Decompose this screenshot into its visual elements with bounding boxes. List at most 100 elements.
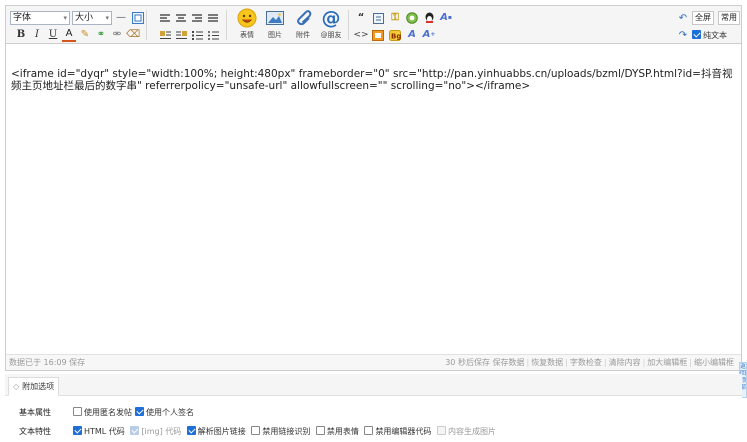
text-color-icon[interactable]: A: [62, 28, 76, 42]
ordered-list-icon[interactable]: [190, 28, 204, 42]
tab-extra-options[interactable]: ◇ 附加选项: [8, 377, 60, 396]
clear-content-link[interactable]: 清除内容: [608, 358, 642, 367]
align-left-icon[interactable]: [158, 11, 172, 25]
extra-options-tabs: ◇ 附加选项: [5, 374, 742, 396]
italic-icon[interactable]: I: [30, 28, 44, 42]
html-code-option[interactable]: HTML 代码: [73, 425, 125, 439]
img-code-label: [img] 代码: [141, 427, 182, 436]
flash-icon[interactable]: [371, 28, 385, 42]
unordered-list-icon[interactable]: [206, 28, 220, 42]
undo-icon[interactable]: ↶: [676, 12, 690, 26]
content-to-image-label: 内容生成图片: [447, 427, 496, 436]
common-label: 常用: [721, 13, 737, 22]
img-code-checkbox: [130, 426, 140, 435]
content-to-image-option: 内容生成图片: [436, 425, 496, 439]
svg-text:Bg: Bg: [391, 32, 401, 40]
disable-link-checkbox[interactable]: [251, 426, 261, 435]
image-button-label: 图片: [268, 31, 282, 39]
signature-option[interactable]: 使用个人签名: [135, 406, 194, 420]
editor-content[interactable]: <iframe id="dyqr" style="width:100%; hei…: [6, 46, 741, 354]
parse-image-link-checkbox[interactable]: [186, 426, 196, 435]
separator: [146, 10, 147, 40]
restore-data-link[interactable]: 恢复数据: [530, 358, 564, 367]
common-button[interactable]: 常用: [718, 11, 740, 25]
disable-emoji-checkbox[interactable]: [315, 426, 325, 435]
anonymous-option[interactable]: 使用匿名发帖: [73, 406, 132, 420]
chevron-down-icon: ▾: [105, 14, 109, 22]
disable-emoji-label: 禁用表情: [326, 427, 359, 436]
background-music-icon[interactable]: Bg: [388, 28, 402, 42]
disable-editor-code-label: 禁用编辑器代码: [375, 427, 432, 436]
parse-image-link-option[interactable]: 解析图片链接: [186, 425, 246, 439]
disable-emoji-option[interactable]: 禁用表情: [315, 425, 359, 439]
mention-button[interactable]: @ @朋友: [318, 8, 344, 42]
basic-attributes-heading: 基本属性: [19, 408, 51, 417]
horizontal-rule-icon[interactable]: —: [114, 11, 128, 25]
float-left-icon[interactable]: [158, 28, 172, 42]
background-color-icon[interactable]: ✎: [78, 28, 92, 42]
code-box-icon[interactable]: [371, 11, 385, 25]
free-content-icon[interactable]: [405, 11, 419, 25]
font-style-icon[interactable]: A ▪: [439, 11, 453, 25]
attachment-button[interactable]: 附件: [290, 8, 316, 42]
signature-checkbox[interactable]: [135, 407, 144, 416]
align-right-icon[interactable]: [190, 11, 204, 25]
shrink-editor-link[interactable]: 缩小编辑框: [693, 358, 735, 367]
word-count-link[interactable]: 字数检查: [569, 358, 603, 367]
font-select-label: 字体: [13, 13, 32, 23]
qq-icon[interactable]: [422, 11, 436, 25]
font-effect-icon[interactable]: A: [405, 28, 419, 42]
hide-content-icon[interactable]: ⚿: [388, 11, 402, 25]
font-select[interactable]: 字体 ▾: [10, 11, 70, 25]
editor-text: <iframe id="dyqr" style="width:100%; hei…: [11, 68, 733, 92]
emoji-button[interactable]: 表情: [234, 8, 260, 42]
fullscreen-label: 全屏: [695, 13, 711, 22]
autosave-status: 数据已于 16:09 保存: [9, 358, 86, 367]
plaintext-label: 纯文本: [703, 31, 727, 40]
emoji-button-label: 表情: [240, 31, 254, 39]
editor-status-bar: 数据已于 16:09 保存 30 秒后保存 保存数据 | 恢复数据 | 字数检查 | 清除内…: [6, 354, 741, 370]
enlarge-editor-link[interactable]: 加大编辑框: [646, 358, 688, 367]
size-select[interactable]: 大小 ▾: [72, 11, 112, 25]
anonymous-label: 使用匿名发帖: [84, 408, 132, 417]
disable-link-label: 禁用链接识别: [262, 427, 311, 436]
clear-format-icon[interactable]: ⌫: [126, 28, 140, 42]
at-sign-icon: @: [321, 7, 341, 29]
html-code-checkbox[interactable]: [73, 426, 82, 435]
align-center-icon[interactable]: [174, 11, 188, 25]
unlink-icon[interactable]: ⚮: [110, 28, 124, 42]
mention-button-label: @朋友: [320, 31, 342, 39]
code-icon[interactable]: <>: [353, 28, 368, 42]
quote-icon[interactable]: “: [354, 11, 368, 25]
img-code-option: [img] 代码: [130, 425, 181, 439]
justify-icon[interactable]: [206, 11, 220, 25]
anonymous-checkbox[interactable]: [73, 407, 82, 416]
html-code-label: HTML 代码: [84, 427, 125, 436]
underline-icon[interactable]: U: [46, 28, 60, 42]
bold-icon[interactable]: B: [14, 28, 28, 42]
extra-options-panel: 基本属性 使用匿名发帖 使用个人签名 文本特性 HTML 代码 [img] 代码 …: [5, 396, 742, 442]
disable-editor-code-checkbox[interactable]: [364, 426, 374, 435]
smiley-icon: [237, 8, 257, 28]
redo-icon[interactable]: ↷: [676, 29, 690, 43]
editor-toolbar: 字体 ▾ 大小 ▾ — B I U A ✎ ⚭ ⚮ ⌫ 表情 图片 附件 @ @…: [6, 6, 741, 44]
separator: [226, 10, 227, 40]
disable-link-option[interactable]: 禁用链接识别: [251, 425, 310, 439]
image-icon: [266, 11, 284, 25]
plaintext-toggle[interactable]: 纯文本: [692, 30, 727, 41]
disable-editor-code-option[interactable]: 禁用编辑器代码: [364, 425, 431, 439]
text-features-heading: 文本特性: [19, 427, 51, 436]
fullscreen-button[interactable]: 全屏: [692, 11, 714, 25]
link-icon[interactable]: ⚭: [94, 28, 108, 42]
float-right-icon[interactable]: [174, 28, 188, 42]
image-button[interactable]: 图片: [262, 8, 288, 42]
save-data-link[interactable]: 30 秒后保存 保存数据: [444, 358, 525, 367]
superscript-icon[interactable]: A +: [422, 28, 436, 42]
status-links: 30 秒后保存 保存数据 | 恢复数据 | 字数检查 | 清除内容 | 加大编辑框 | 缩小编辑框: [444, 358, 735, 367]
signature-label: 使用个人签名: [146, 408, 194, 417]
paperclip-icon: [297, 10, 312, 26]
size-select-label: 大小: [75, 13, 94, 23]
table-icon[interactable]: [131, 11, 145, 25]
chevron-down-icon: ▾: [63, 14, 67, 22]
plaintext-checkbox[interactable]: [692, 30, 701, 39]
